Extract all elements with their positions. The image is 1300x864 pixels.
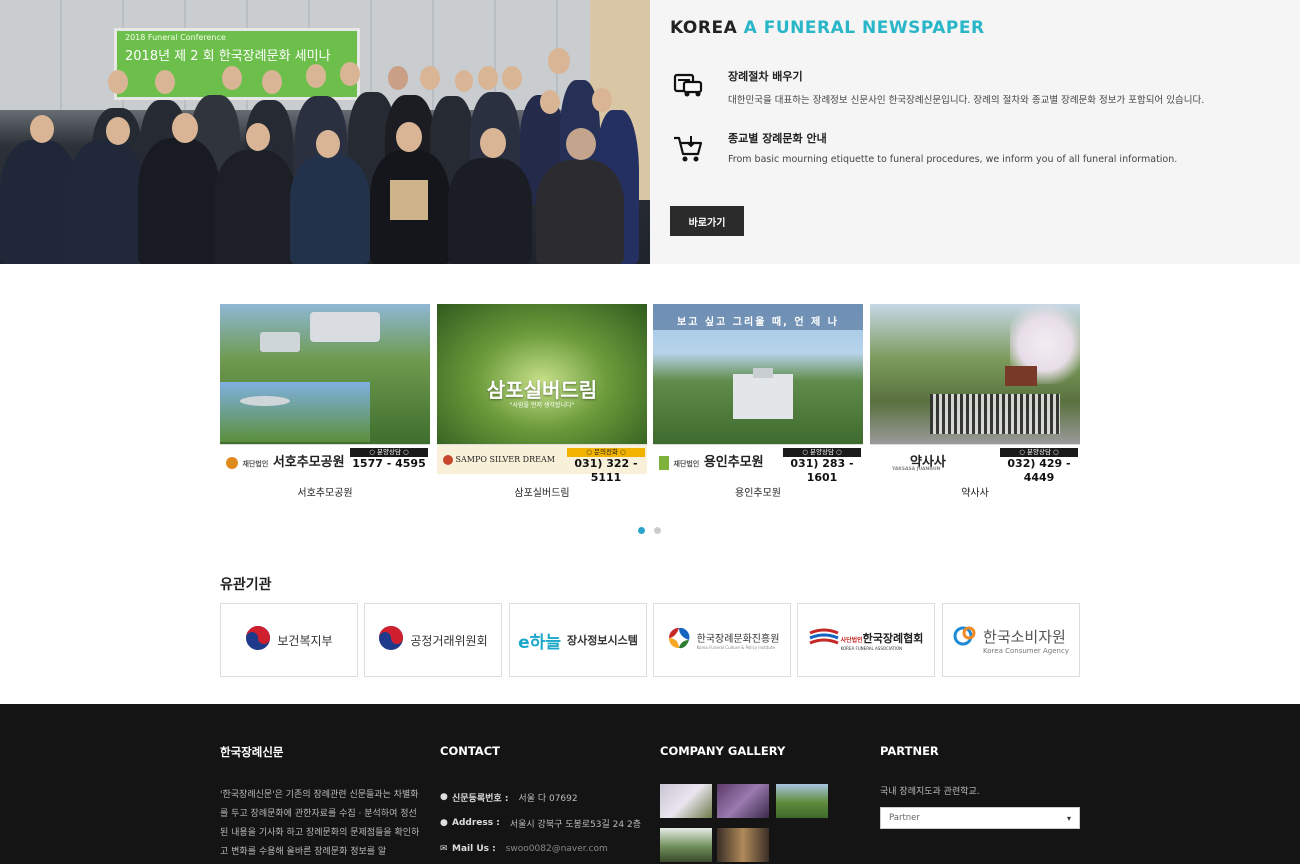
footer-contact: CONTACT ● 신문등록번호 : 서울 다 07692 ● Address :… bbox=[440, 744, 641, 862]
card-strip: 재단법인 용인추모원 ○ 분양상담 ○ 031) 283 - 1601 bbox=[653, 444, 863, 484]
related-logos: 보건복지부 공정거래위원회 e하늘 장사정보시스템 한국장례문화진흥원 Kore… bbox=[220, 603, 1080, 677]
card-phone: ○ 분양상담 ○ 032) 429 - 4449 bbox=[1000, 448, 1078, 484]
logo-ftc[interactable]: 공정거래위원회 bbox=[364, 603, 502, 677]
logo-kfcpi[interactable]: 한국장례문화진흥원 Korea Funeral Culture & Policy… bbox=[653, 603, 791, 677]
carousel-card-yongin[interactable]: 보고 싶고 그리울 때, 언 제 나 재단법인 용인추모원 ○ 분양상담 ○ 0… bbox=[653, 304, 863, 499]
partner-select-value: Partner bbox=[889, 813, 920, 823]
carousel-image[interactable]: 삼포실버드림 "사람을 먼저 생각합니다" bbox=[437, 304, 647, 444]
feature-title: 장례절차 배우기 bbox=[728, 70, 803, 83]
card-strip: SAMPO SILVER DREAM ○ 문의전화 ○ 031) 322 - 5… bbox=[437, 444, 647, 484]
partner-select[interactable]: Partner ▾ bbox=[880, 807, 1080, 829]
footer-partner-title: PARTNER bbox=[880, 744, 939, 758]
carousel-pagination bbox=[638, 519, 670, 538]
contact-address: ● Address : 서울시 강북구 도봉로53길 24 2층 bbox=[440, 818, 641, 830]
card-caption[interactable]: 약사사 bbox=[870, 484, 1080, 499]
footer-gallery: COMPANY GALLERY bbox=[660, 744, 840, 862]
contact-email-link[interactable]: swoo0082@naver.com bbox=[506, 844, 608, 854]
chevron-down-icon: ▾ bbox=[1066, 813, 1071, 823]
gallery-thumb[interactable] bbox=[717, 784, 769, 818]
gallery-thumb[interactable] bbox=[717, 828, 769, 862]
card-name: SAMPO SILVER DREAM bbox=[443, 455, 555, 465]
feature-description: From basic mourning etiquette to funeral… bbox=[728, 154, 1178, 165]
partner-carousel: 재단법인 서호추모공원 ○ 분양상담 ○ 1577 - 4595 서호추모공원 … bbox=[220, 304, 1080, 504]
taegeuk-icon bbox=[378, 625, 404, 655]
carousel-image[interactable]: 보고 싶고 그리울 때, 언 제 나 bbox=[653, 304, 863, 444]
go-button[interactable]: 바로가기 bbox=[670, 206, 744, 236]
footer-contact-title: CONTACT bbox=[440, 744, 500, 758]
logo-ehaneul[interactable]: e하늘 장사정보시스템 bbox=[509, 603, 647, 677]
feature-description: 대한민국을 대표하는 장례정보 신문사인 한국장례신문입니다. 장례의 절차와 … bbox=[728, 95, 1205, 106]
related-title: 유관기관 bbox=[220, 577, 272, 593]
hero-section: 2018 Funeral Conference 2018년 제 2 회 한국장례… bbox=[0, 0, 1300, 264]
carousel-image[interactable] bbox=[870, 304, 1080, 444]
card-phone: ○ 문의전화 ○ 031) 322 - 5111 bbox=[567, 448, 645, 484]
footer: 한국장례신문 '한국장례신문'은 기존의 장례관련 신문들과는 차별화를 두고 … bbox=[0, 704, 1300, 864]
card-strip: 약사사 YAKSASA JUANGUN ○ 분양상담 ○ 032) 429 - … bbox=[870, 444, 1080, 484]
gallery-thumb[interactable] bbox=[660, 784, 712, 818]
map-marker-icon: ● bbox=[440, 792, 448, 802]
card-caption[interactable]: 서호추모공원 bbox=[220, 484, 430, 499]
car-icon bbox=[672, 72, 704, 100]
card-caption[interactable]: 삼포실버드림 bbox=[437, 484, 647, 499]
footer-about-text: '한국장례신문'은 기존의 장례관련 신문들과는 차별화를 두고 장례문화에 관… bbox=[220, 790, 420, 857]
flag-stripes-icon bbox=[808, 627, 839, 653]
logo-kfa[interactable]: 사단법인한국장례협회 KOREA FUNERAL ASSOCIATION bbox=[797, 603, 935, 677]
carousel-card-sampo[interactable]: 삼포실버드림 "사람을 먼저 생각합니다" SAMPO SILVER DREAM… bbox=[437, 304, 647, 499]
card-phone: ○ 분양상담 ○ 1577 - 4595 bbox=[350, 448, 428, 472]
feature-title: 종교별 장례문화 안내 bbox=[728, 132, 827, 145]
contact-mail: ✉ Mail Us : swoo0082@naver.com bbox=[440, 844, 608, 854]
hero-title-main: KOREA bbox=[670, 18, 738, 38]
footer-about-title: 한국장례신문 bbox=[220, 745, 284, 759]
gallery-thumb[interactable] bbox=[776, 784, 828, 818]
carousel-card-yaksasa[interactable]: 약사사 YAKSASA JUANGUN ○ 분양상담 ○ 032) 429 - … bbox=[870, 304, 1080, 499]
card-strip: 재단법인 서호추모공원 ○ 분양상담 ○ 1577 - 4595 bbox=[220, 444, 430, 474]
cart-icon bbox=[672, 134, 704, 162]
logo-kca[interactable]: 한국소비자원 Korea Consumer Agency bbox=[942, 603, 1080, 677]
hero-group-photo: 2018 Funeral Conference 2018년 제 2 회 한국장례… bbox=[0, 0, 650, 264]
card-name: 재단법인 용인추모원 bbox=[659, 451, 764, 470]
map-marker-icon: ● bbox=[440, 818, 448, 828]
conference-banner: 2018 Funeral Conference 2018년 제 2 회 한국장례… bbox=[114, 28, 360, 100]
carousel-card-seoho[interactable]: 재단법인 서호추모공원 ○ 분양상담 ○ 1577 - 4595 서호추모공원 bbox=[220, 304, 430, 499]
footer-partner: PARTNER 국내 장례지도과 관련학교. Partner ▾ bbox=[880, 744, 1080, 829]
carousel-dot-2[interactable] bbox=[654, 527, 661, 534]
logo-mohw[interactable]: 보건복지부 bbox=[220, 603, 358, 677]
card-name: 재단법인 서호추모공원 bbox=[226, 451, 345, 470]
card-caption[interactable]: 용인추모원 bbox=[653, 484, 863, 499]
footer-gallery-title: COMPANY GALLERY bbox=[660, 744, 786, 758]
gallery-thumb[interactable] bbox=[660, 828, 712, 862]
card-name: 약사사 YAKSASA JUANGUN bbox=[892, 455, 946, 472]
kca-ring-icon bbox=[953, 625, 979, 655]
carousel-dot-1[interactable] bbox=[638, 527, 645, 534]
hero-intro: KOREA A FUNERAL NEWSPAPER 장례절차 배우기 대한민국을… bbox=[670, 18, 1290, 236]
envelope-icon: ✉ bbox=[440, 844, 448, 854]
partner-description: 국내 장례지도과 관련학교. bbox=[880, 787, 980, 797]
contact-registration: ● 신문등록번호 : 서울 다 07692 bbox=[440, 792, 578, 804]
hero-title: KOREA A FUNERAL NEWSPAPER bbox=[670, 18, 1290, 38]
leaf-icon bbox=[665, 624, 693, 656]
hero-title-accent: A FUNERAL NEWSPAPER bbox=[743, 18, 985, 38]
footer-about: 한국장례신문 '한국장례신문'은 기존의 장례관련 신문들과는 차별화를 두고 … bbox=[220, 744, 420, 862]
card-phone: ○ 분양상담 ○ 031) 283 - 1601 bbox=[783, 448, 861, 484]
carousel-image[interactable] bbox=[220, 304, 430, 444]
taegeuk-icon bbox=[245, 625, 271, 655]
